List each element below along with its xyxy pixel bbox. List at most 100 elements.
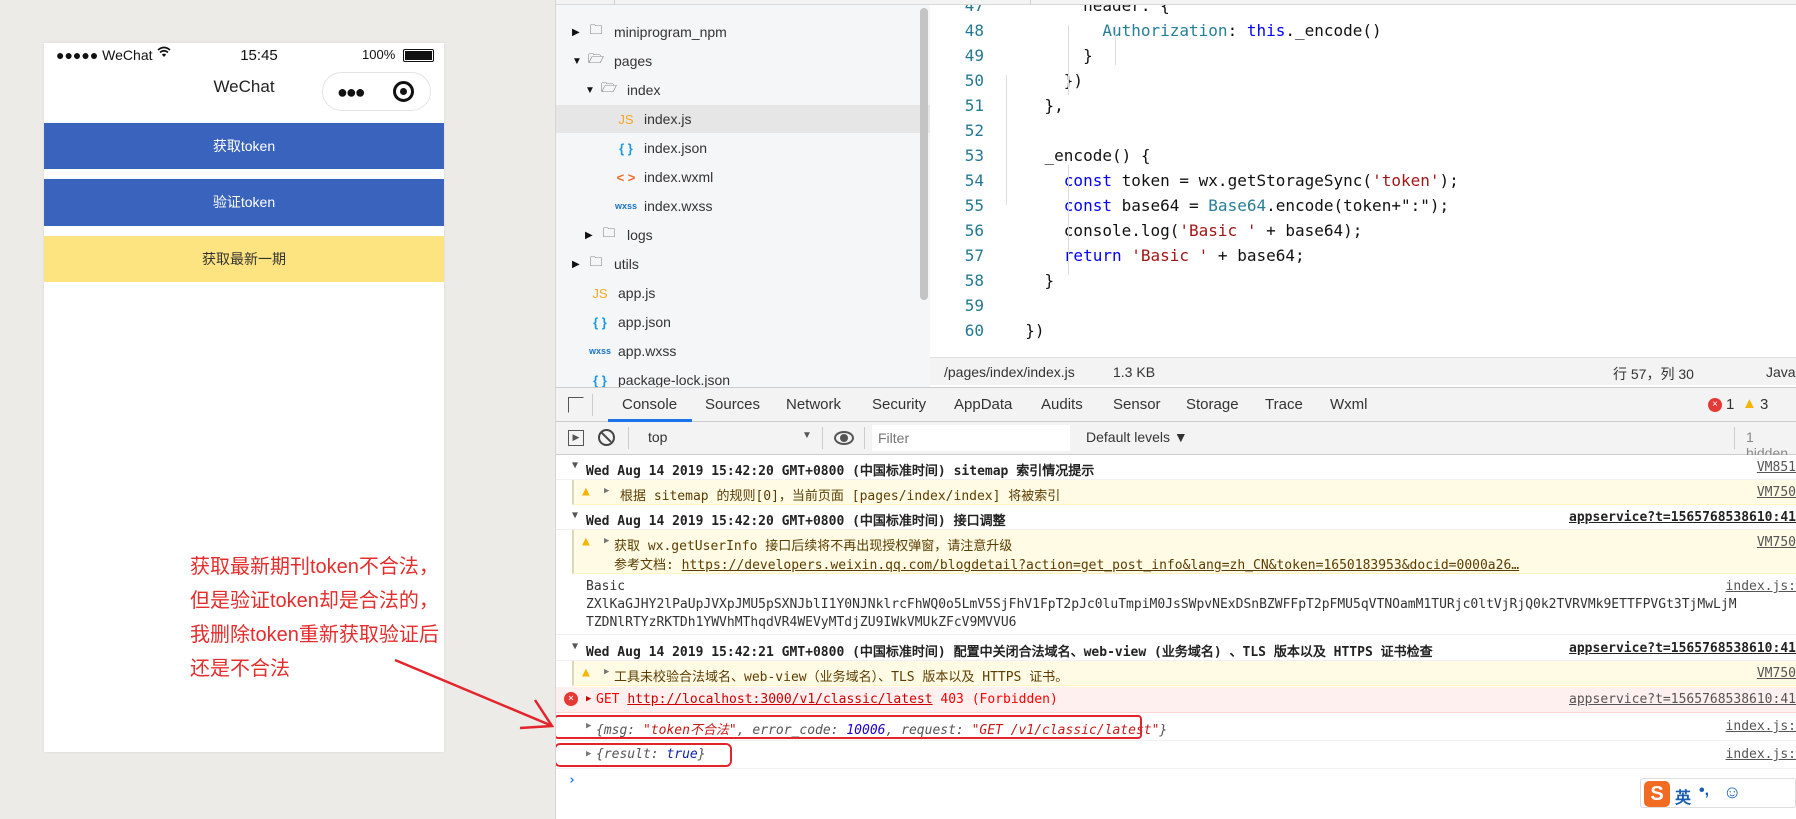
error-count[interactable]: 1: [1726, 396, 1734, 413]
code-token: Authorization: [1006, 21, 1228, 40]
chevron-down-icon[interactable]: ▼: [802, 430, 812, 441]
chevron-right-icon: ▶: [572, 26, 580, 38]
get-token-button[interactable]: 获取token: [44, 123, 444, 169]
console-group-header[interactable]: ▼ Wed Aug 14 2019 15:42:20 GMT+0800 (中国标…: [556, 505, 1796, 530]
source-link[interactable]: VM750: [1757, 485, 1796, 500]
source-link[interactable]: appservice?t=1565768538610:41: [1569, 510, 1796, 525]
doc-label: 参考文档:: [614, 558, 682, 573]
tree-file-index-json[interactable]: { } index.json: [556, 134, 930, 162]
code-line[interactable]: 56 console.log('Basic ' + base64);: [930, 218, 1796, 243]
code-token: },: [1006, 96, 1064, 115]
close-miniprogram-icon[interactable]: [393, 81, 414, 102]
log-line: Basic: [586, 579, 626, 594]
tree-file-index-wxml[interactable]: < > index.wxml: [556, 163, 930, 191]
console-object-log[interactable]: ▶ {msg: "token不合法", error_code: 10006, r…: [556, 714, 1796, 741]
tab-audits[interactable]: Audits: [1041, 396, 1083, 413]
source-link[interactable]: index.js:: [1721, 579, 1796, 594]
code-line[interactable]: 53 _encode() {: [930, 143, 1796, 168]
sidebar-toggle-icon[interactable]: ▶: [568, 430, 584, 446]
code-line[interactable]: 57 return 'Basic ' + base64;: [930, 243, 1796, 268]
code-line[interactable]: 49 }: [930, 43, 1796, 68]
code-line[interactable]: 48 Authorization: this._encode(): [930, 18, 1796, 43]
console-object-log[interactable]: ▶ {result: true} index.js:: [556, 742, 1796, 769]
tree-folder-pages[interactable]: ▼ 🗁 pages: [556, 47, 930, 75]
tree-file-index-js[interactable]: JS index.js: [556, 105, 930, 133]
inspect-element-icon[interactable]: [568, 397, 584, 413]
tree-file-package-lock-json[interactable]: { } package-lock.json: [556, 366, 930, 387]
console-log[interactable]: Basic ZXlKaGJHY2lPaUpJVXpJMU5pSXNJblI1Y0…: [556, 575, 1796, 635]
cursor-position[interactable]: 行 57，列 30: [1613, 364, 1694, 384]
tree-folder-index[interactable]: ▼ 🗁 index: [556, 76, 930, 104]
source-link[interactable]: appservice?t=1565768538610:41: [1569, 692, 1796, 707]
line-number: 54: [964, 171, 984, 190]
console-group-header[interactable]: ▼ Wed Aug 14 2019 15:42:20 GMT+0800 (中国标…: [556, 455, 1796, 480]
group-title: Wed Aug 14 2019 15:42:20 GMT+0800 (中国标准时…: [586, 464, 1095, 479]
ime-mode-label[interactable]: 英: [1675, 784, 1691, 808]
source-link[interactable]: index.js:: [1726, 719, 1796, 734]
tree-file-app-wxss[interactable]: wxss app.wxss: [556, 337, 930, 365]
warning-count[interactable]: 3: [1760, 396, 1768, 413]
code-line[interactable]: 59: [930, 293, 1796, 318]
code-token: Base64: [1208, 196, 1267, 215]
code-line[interactable]: 60 }): [930, 318, 1796, 343]
get-latest-button[interactable]: 获取最新一期: [44, 236, 444, 282]
code-line[interactable]: 51 },: [930, 93, 1796, 118]
emoji-icon[interactable]: ☺: [1723, 782, 1741, 803]
tree-file-app-js[interactable]: JS app.js: [556, 279, 930, 307]
tree-scrollbar[interactable]: [920, 8, 928, 300]
verify-token-button[interactable]: 验证token: [44, 179, 444, 226]
tree-file-app-json[interactable]: { } app.json: [556, 308, 930, 336]
source-link[interactable]: VM750: [1757, 666, 1796, 681]
log-levels-select[interactable]: Default levels ▼: [1086, 429, 1188, 445]
tab-sensor[interactable]: Sensor: [1113, 396, 1161, 413]
console-warning[interactable]: ▲ ▶ 获取 wx.getUserInfo 接口后续将不再出现授权弹窗，请注意升…: [572, 530, 1796, 574]
tab-storage[interactable]: Storage: [1186, 396, 1239, 413]
code-editor[interactable]: 47 header: {48 Authorization: this._enco…: [930, 5, 1796, 357]
tab-security[interactable]: Security: [872, 396, 926, 413]
doc-link[interactable]: https://developers.weixin.qq.com/blogdet…: [682, 558, 1519, 573]
code-line[interactable]: 55 const base64 = Base64.encode(token+":…: [930, 193, 1796, 218]
source-link[interactable]: VM750: [1757, 535, 1796, 550]
console-warning[interactable]: ▲ ▶ 工具未校验合法域名、web-view（业务域名）、TLS 版本以及 HT…: [572, 661, 1796, 686]
code-token: :: [1227, 21, 1247, 40]
more-options-icon[interactable]: ⋮: [1792, 393, 1796, 414]
tab-wxml[interactable]: Wxml: [1330, 396, 1368, 413]
code-line[interactable]: 50 }): [930, 68, 1796, 93]
folder-open-icon: 🗁: [587, 51, 605, 66]
code-token: const: [1063, 171, 1112, 190]
tree-label: pages: [614, 53, 653, 69]
ime-toolbar[interactable]: S 英 •, ☺: [1640, 778, 1796, 808]
source-link[interactable]: VM851: [1757, 460, 1796, 475]
source-link[interactable]: index.js:: [1726, 747, 1796, 762]
eye-icon[interactable]: [834, 431, 854, 445]
code-line[interactable]: 52: [930, 118, 1796, 143]
console-prompt[interactable]: ›: [568, 773, 576, 788]
tree-folder-miniprogram-npm[interactable]: ▶ 🗀 miniprogram_npm: [556, 18, 930, 46]
tab-sources[interactable]: Sources: [705, 396, 760, 413]
console-warning[interactable]: ▲ ▶ 根据 sitemap 的规则[0]，当前页面 [pages/index/…: [572, 480, 1796, 505]
file-tree: ▶ 🗀 miniprogram_npm ▼ 🗁 pages ▼ 🗁 index JS inde…: [556, 5, 930, 387]
console-group-header[interactable]: ▼ Wed Aug 14 2019 15:42:21 GMT+0800 (中国标…: [556, 636, 1796, 661]
tab-network[interactable]: Network: [786, 396, 841, 413]
code-line[interactable]: 54 const token = wx.getStorageSync('toke…: [930, 168, 1796, 193]
console-filter-input[interactable]: [872, 425, 1070, 451]
tree-folder-utils[interactable]: ▶ 🗀 utils: [556, 250, 930, 278]
language-mode[interactable]: JavaScript: [1766, 364, 1796, 380]
tree-file-index-wxss[interactable]: wxss index.wxss: [556, 192, 930, 220]
tab-console[interactable]: Console: [622, 396, 677, 413]
log-line: TZDNlRTYzRKTDh1YWVhMThqdVR4WEVyMTdjZU9IW…: [586, 615, 1017, 630]
more-icon[interactable]: ●●●: [337, 82, 366, 103]
code-line[interactable]: 58 }: [930, 268, 1796, 293]
error-url[interactable]: http://localhost:3000/v1/classic/latest: [627, 692, 932, 707]
code-line[interactable]: 47 header: {: [930, 5, 1796, 18]
clear-console-icon[interactable]: [598, 429, 615, 446]
tab-appdata[interactable]: AppData: [954, 396, 1012, 413]
console-error[interactable]: × ▶ GET http://localhost:3000/v1/classic…: [556, 687, 1796, 713]
context-select[interactable]: top: [648, 429, 667, 445]
http-method: GET: [596, 692, 628, 707]
tab-trace[interactable]: Trace: [1265, 396, 1303, 413]
source-link[interactable]: appservice?t=1565768538610:41: [1561, 641, 1796, 656]
punctuation-icon[interactable]: •,: [1699, 782, 1709, 800]
tree-folder-logs[interactable]: ▶ 🗀 logs: [556, 221, 930, 249]
